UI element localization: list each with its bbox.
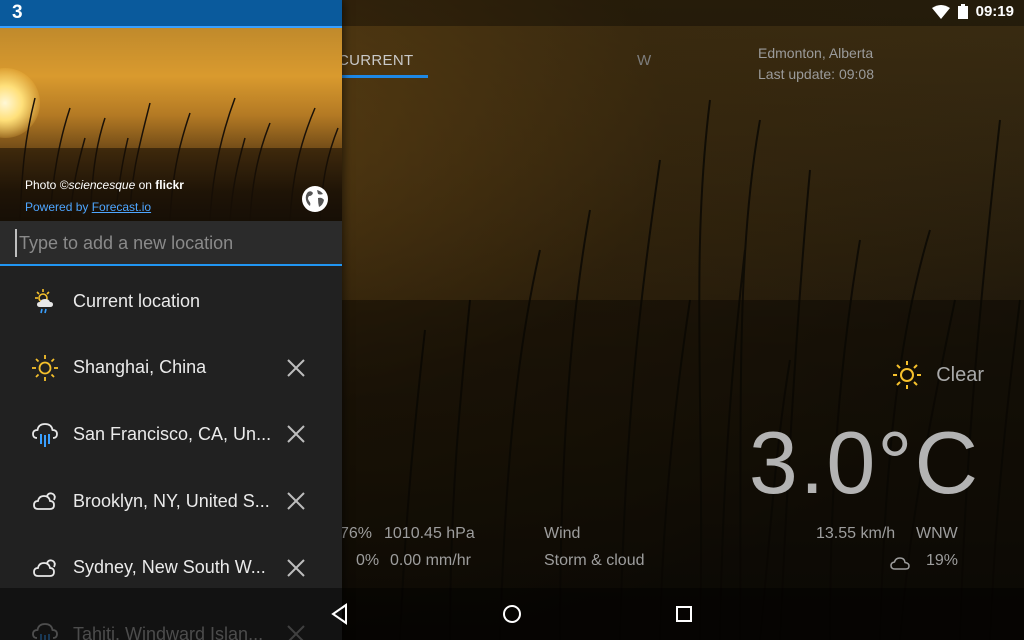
location-label: Shanghai, China — [73, 357, 207, 378]
forecast-link[interactable]: Forecast.io — [92, 200, 151, 214]
recents-icon[interactable] — [672, 602, 696, 626]
wind-label: Wind — [544, 525, 581, 542]
storm-cloud-label: Storm & cloud — [544, 552, 645, 569]
photo-site[interactable]: flickr — [155, 178, 184, 192]
cloud-sun-icon — [33, 559, 56, 577]
precip-probability: 0% — [356, 552, 380, 569]
photo-credit: Photo ©sciencesque on flickr — [25, 178, 184, 192]
drawer-header-photo: Photo ©sciencesque on flickr Powered by … — [0, 28, 342, 221]
close-icon[interactable] — [284, 489, 308, 513]
close-icon[interactable] — [284, 356, 308, 380]
tab-current[interactable]: CURRENT — [338, 52, 413, 69]
temperature: 3.0°C — [748, 413, 980, 512]
cloud-icon — [890, 557, 910, 570]
photo-credit-prefix: Photo © — [25, 178, 69, 192]
sun-icon — [893, 361, 922, 389]
precip-rate: 0.00 mm/hr — [390, 552, 471, 569]
location-item-san-francisco[interactable]: San Francisco, CA, Un... — [0, 401, 342, 468]
location-name: Edmonton, Alberta — [758, 45, 874, 61]
wind-direction: WNW — [916, 525, 958, 542]
add-location-input[interactable] — [15, 229, 325, 257]
humidity-value: 76% — [340, 525, 373, 542]
condition-label: Clear — [936, 363, 984, 386]
globe-icon[interactable] — [300, 184, 330, 214]
cloud-sun-icon — [33, 492, 56, 510]
locations-drawer: 3 Photo ©sciencesque on flickr Powered b… — [0, 0, 342, 640]
location-label: Current location — [73, 290, 201, 311]
close-icon[interactable] — [284, 422, 308, 446]
location-label: Sydney, New South W... — [73, 557, 266, 578]
photo-credit-on: on — [135, 178, 156, 192]
location-item-current[interactable]: Current location — [0, 268, 342, 335]
add-location-field[interactable] — [0, 221, 342, 266]
rain-icon — [32, 423, 58, 448]
powered-prefix: Powered by — [25, 200, 92, 214]
notification-badge: 3 — [12, 2, 23, 23]
location-label: San Francisco, CA, Un... — [73, 423, 272, 444]
home-icon[interactable] — [500, 602, 524, 626]
back-icon[interactable] — [328, 602, 352, 626]
cloud-cover: 19% — [926, 552, 959, 569]
status-time: 09:19 — [975, 3, 1014, 20]
battery-icon — [957, 4, 968, 19]
location-item-brooklyn[interactable]: Brooklyn, NY, United S... — [0, 468, 342, 535]
wifi-icon — [931, 4, 950, 19]
location-label: Brooklyn, NY, United S... — [73, 490, 270, 511]
current-condition: Clear — [892, 360, 984, 390]
location-item-shanghai[interactable]: Shanghai, China — [0, 335, 342, 402]
last-update: Last update: 09:08 — [758, 66, 874, 82]
wind-speed: 13.55 km/h — [816, 525, 896, 542]
sun-icon — [32, 354, 58, 381]
tab-indicator — [342, 75, 428, 78]
powered-by: Powered by Forecast.io — [25, 200, 151, 214]
pressure-value: 1010.45 hPa — [384, 525, 475, 542]
photo-author[interactable]: sciencesque — [69, 178, 136, 192]
header-grass — [0, 97, 342, 221]
navbar-overlay — [0, 588, 342, 640]
location-list: Current location Shanghai, China San Fra… — [0, 268, 342, 640]
tab-weekly[interactable]: W — [637, 52, 651, 69]
location-info: Edmonton, Alberta Last update: 09:08 — [758, 43, 874, 85]
close-icon[interactable] — [284, 556, 308, 580]
weather-tabs: CURRENT W — [338, 44, 762, 84]
partly-sunny-rain-icon — [35, 289, 53, 314]
drawer-status-bar: 3 — [0, 0, 342, 26]
